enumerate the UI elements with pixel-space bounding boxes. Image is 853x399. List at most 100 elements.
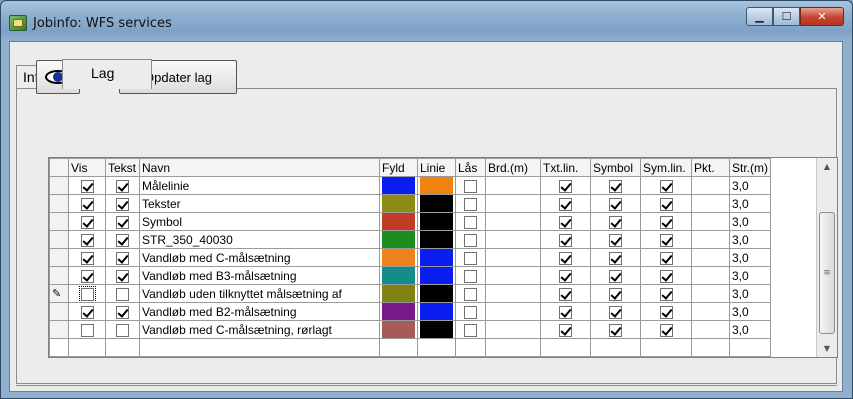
line-color[interactable] [417,230,456,249]
col-header-navn[interactable]: Navn [139,158,380,177]
laas-checkbox[interactable] [464,233,477,247]
brd-cell[interactable] [485,284,541,303]
layer-name[interactable]: Vandløb uden tilknyttet målsætning af [139,284,380,303]
laas-checkbox[interactable] [464,215,477,229]
tekst-checkbox[interactable] [116,179,129,193]
scroll-thumb[interactable]: ≡ [819,212,835,334]
tekst-checkbox[interactable] [116,215,129,229]
symbol-checkbox[interactable] [609,215,622,229]
line-color[interactable] [417,266,456,285]
col-header-symlin[interactable]: Sym.lin. [640,158,692,177]
tab-lag[interactable]: Lag [62,59,152,89]
table-row[interactable]: ✎ Vandløb uden tilknyttet målsætning af 3,… [49,284,771,303]
fill-color[interactable] [379,284,418,303]
row-selector[interactable] [49,320,69,339]
vertical-scrollbar[interactable]: ▲ ≡ ▼ [816,158,837,357]
txtlin-checkbox[interactable] [559,269,572,283]
maximize-button[interactable]: ☐ [773,7,800,26]
row-selector[interactable] [49,248,69,267]
symlin-checkbox[interactable] [659,269,673,283]
pkt-cell[interactable] [691,320,730,339]
vis-checkbox[interactable] [80,269,94,283]
scroll-down-icon[interactable]: ▼ [817,340,837,357]
tekst-checkbox[interactable] [116,197,129,211]
brd-cell[interactable] [485,212,541,231]
vis-checkbox[interactable] [80,251,94,265]
line-color[interactable] [417,176,456,195]
line-color[interactable] [417,302,456,321]
col-header-tekst[interactable]: Tekst [105,158,140,177]
pkt-cell[interactable] [691,302,730,321]
laas-checkbox[interactable] [464,251,477,265]
fill-color[interactable] [379,230,418,249]
str-cell[interactable]: 3,0 [729,266,771,285]
symlin-checkbox[interactable] [659,323,673,337]
txtlin-checkbox[interactable] [559,179,572,193]
row-edit-icon[interactable]: ✎ [49,284,69,303]
laas-checkbox[interactable] [464,287,477,301]
str-cell[interactable]: 3,0 [729,230,771,249]
table-row[interactable]: Vandløb med B2-målsætning 3,0 [49,302,771,321]
brd-cell[interactable] [485,320,541,339]
pkt-cell[interactable] [691,284,730,303]
brd-cell[interactable] [485,248,541,267]
laas-checkbox[interactable] [464,269,477,283]
layer-name[interactable]: Tekster [139,194,380,213]
pkt-cell[interactable] [691,212,730,231]
txtlin-checkbox[interactable] [559,233,572,247]
laas-checkbox[interactable] [464,305,477,319]
fill-color[interactable] [379,212,418,231]
txtlin-checkbox[interactable] [559,215,572,229]
symlin-checkbox[interactable] [659,251,673,265]
table-row[interactable]: Symbol 3,0 [49,212,771,231]
brd-cell[interactable] [485,230,541,249]
vis-checkbox[interactable] [80,197,94,211]
tekst-checkbox[interactable] [116,287,129,301]
brd-cell[interactable] [485,194,541,213]
symbol-checkbox[interactable] [609,287,622,301]
table-row[interactable]: Vandløb med C-målsætning 3,0 [49,248,771,267]
col-header-fyld[interactable]: Fyld [379,158,418,177]
txtlin-checkbox[interactable] [559,287,572,301]
layer-grid[interactable]: Vis Tekst Navn Fyld Linie Lås Brd.(m) Tx… [48,157,838,358]
symlin-checkbox[interactable] [659,305,673,319]
new-row[interactable] [49,338,771,357]
fill-color[interactable] [379,320,418,339]
line-color[interactable] [417,194,456,213]
vis-checkbox[interactable] [80,233,94,247]
layer-name[interactable]: Vandløb med B2-målsætning [139,302,380,321]
fill-color[interactable] [379,248,418,267]
str-cell[interactable]: 3,0 [729,212,771,231]
symlin-checkbox[interactable] [659,287,673,301]
tekst-checkbox[interactable] [116,251,129,265]
laas-checkbox[interactable] [464,323,477,337]
table-row[interactable]: STR_350_40030 3,0 [49,230,771,249]
pkt-cell[interactable] [691,230,730,249]
pkt-cell[interactable] [691,176,730,195]
txtlin-checkbox[interactable] [559,251,572,265]
vis-checkbox[interactable] [80,179,94,193]
row-selector[interactable] [49,230,69,249]
line-color[interactable] [417,248,456,267]
brd-cell[interactable] [485,176,541,195]
txtlin-checkbox[interactable] [559,305,572,319]
table-row[interactable]: Målelinie 3,0 [49,176,771,195]
symbol-checkbox[interactable] [609,233,622,247]
col-header-linie[interactable]: Linie [417,158,456,177]
symbol-checkbox[interactable] [609,251,622,265]
row-selector[interactable] [49,302,69,321]
minimize-button[interactable]: ▁ [746,7,773,26]
vis-checkbox[interactable] [80,215,94,229]
line-color[interactable] [417,284,456,303]
row-selector[interactable] [49,194,69,213]
symbol-checkbox[interactable] [609,323,622,337]
row-selector[interactable] [49,176,69,195]
symlin-checkbox[interactable] [659,233,673,247]
symlin-checkbox[interactable] [659,197,673,211]
layer-name[interactable]: Vandløb med B3-målsætning [139,266,380,285]
str-cell[interactable]: 3,0 [729,248,771,267]
row-selector[interactable] [49,212,69,231]
col-header-txtlin[interactable]: Txt.lin. [540,158,591,177]
line-color[interactable] [417,212,456,231]
symlin-checkbox[interactable] [659,215,673,229]
